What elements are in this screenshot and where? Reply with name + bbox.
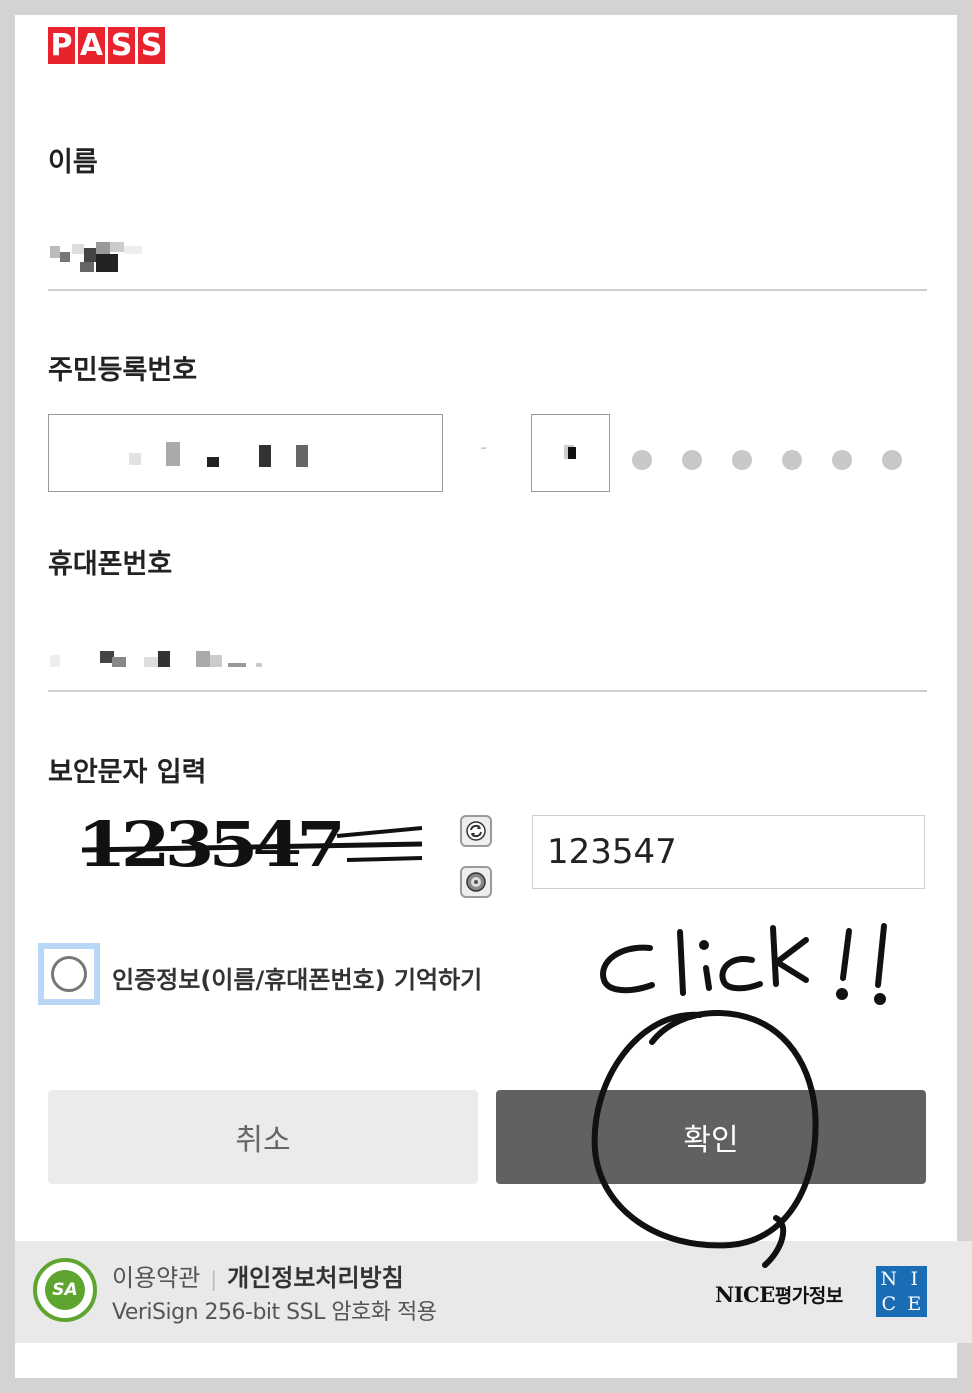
handwritten-click-annotation [591,923,887,1268]
